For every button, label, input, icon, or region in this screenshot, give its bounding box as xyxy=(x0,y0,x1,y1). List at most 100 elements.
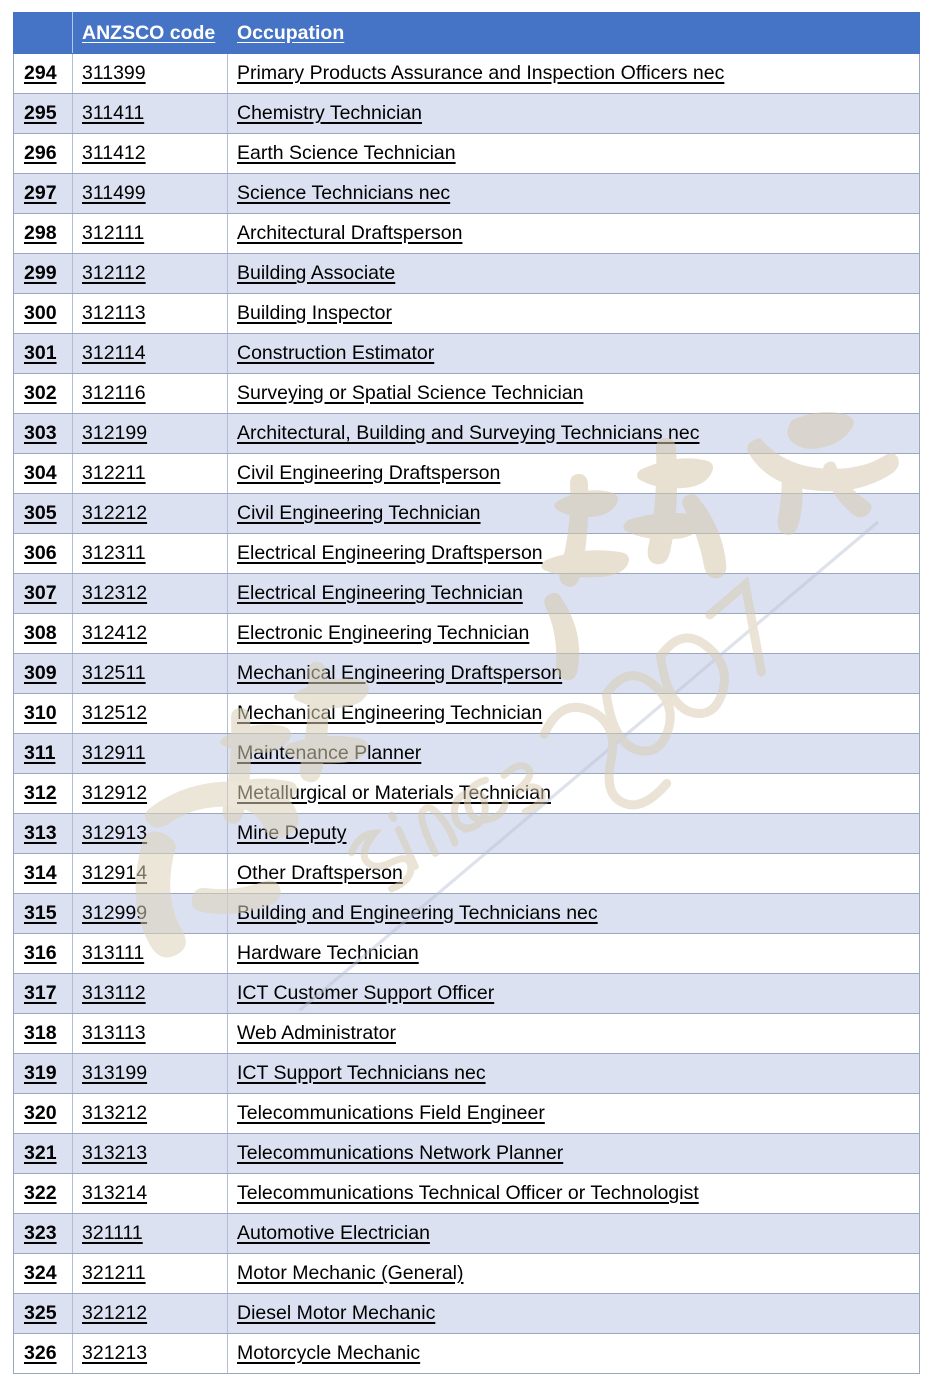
row-index-cell-text: 300 xyxy=(24,302,57,324)
table-row[interactable]: 325 321212 Diesel Motor Mechanic xyxy=(13,1293,920,1334)
occupation-name-cell: Mechanical Engineering Draftsperson xyxy=(227,653,920,694)
row-index-cell-text: 320 xyxy=(24,1102,57,1124)
anzsco-code-cell: 312412 xyxy=(72,613,228,654)
row-index-cell-text: 316 xyxy=(24,942,57,964)
row-index-cell: 321 xyxy=(13,1133,73,1174)
anzsco-code-cell-text: 312912 xyxy=(82,782,148,804)
table-row[interactable]: 322 313214 Telecommunications Technical Of… xyxy=(13,1173,920,1214)
occupation-name-cell-text: Telecommunications Network Planner xyxy=(237,1142,564,1164)
occupation-name-cell-text: Construction Estimator xyxy=(237,342,435,364)
anzsco-code-cell-text: 313111 xyxy=(82,942,145,964)
occupation-name-cell: Construction Estimator xyxy=(227,333,920,374)
occupation-name-cell-text: Electrical Engineering Draftsperson xyxy=(237,542,543,564)
row-index-cell-text: 313 xyxy=(24,822,57,844)
anzsco-code-cell: 313214 xyxy=(72,1173,228,1214)
row-index-cell-text: 303 xyxy=(24,422,57,444)
occupation-name-cell: Building and Engineering Technicians nec xyxy=(227,893,920,934)
row-index-cell: 326 xyxy=(13,1333,73,1374)
row-index-cell: 309 xyxy=(13,653,73,694)
anzsco-code-cell: 311411 xyxy=(72,93,228,134)
anzsco-code-cell-text: 311411 xyxy=(82,102,145,124)
table-row[interactable]: 300 312113 Building Inspector xyxy=(13,293,920,334)
table-body: 294 311399 Primary Products Assurance and … xyxy=(13,53,920,1374)
table-row[interactable]: 310 312512 Mechanical Engineering Technici… xyxy=(13,693,920,734)
anzsco-code-cell: 321213 xyxy=(72,1333,228,1374)
table-row[interactable]: 301 312114 Construction Estimator xyxy=(13,333,920,374)
occupation-name-cell-text: Motor Mechanic (General) xyxy=(237,1262,464,1284)
anzsco-code-cell: 321111 xyxy=(72,1213,228,1254)
table-row[interactable]: 304 312211 Civil Engineering Draftsperson xyxy=(13,453,920,494)
occupation-name-cell: ICT Support Technicians nec xyxy=(227,1053,920,1094)
anzsco-code-cell-text: 312914 xyxy=(82,862,148,884)
table-row[interactable]: 315 312999 Building and Engineering Techni… xyxy=(13,893,920,934)
occupation-name-cell: Surveying or Spatial Science Technician xyxy=(227,373,920,414)
anzsco-code-cell-text: 313212 xyxy=(82,1102,148,1124)
occupation-name-cell: Motorcycle Mechanic xyxy=(227,1333,920,1374)
row-index-cell-text: 302 xyxy=(24,382,57,404)
anzsco-code-cell-text: 321213 xyxy=(82,1342,148,1364)
occupation-name-cell-text: Building Inspector xyxy=(237,302,393,324)
table-row[interactable]: 318 313113 Web Administrator xyxy=(13,1013,920,1054)
table-row[interactable]: 320 313212 Telecommunications Field Engine… xyxy=(13,1093,920,1134)
table-row[interactable]: 296 311412 Earth Science Technician xyxy=(13,133,920,174)
occupation-name-cell-text: Science Technicians nec xyxy=(237,182,451,204)
table-row[interactable]: 321 313213 Telecommunications Network Plan… xyxy=(13,1133,920,1174)
anzsco-code-cell: 312999 xyxy=(72,893,228,934)
table-row[interactable]: 313 312913 Mine Deputy xyxy=(13,813,920,854)
table-row[interactable]: 305 312212 Civil Engineering Technician xyxy=(13,493,920,534)
anzsco-code-cell: 312113 xyxy=(72,293,228,334)
occupation-name-cell: Chemistry Technician xyxy=(227,93,920,134)
row-index-cell: 295 xyxy=(13,93,73,134)
table-row[interactable]: 303 312199 Architectural, Building and Sur… xyxy=(13,413,920,454)
occupation-name-cell: Architectural Draftsperson xyxy=(227,213,920,254)
occupation-name-cell-text: ICT Customer Support Officer xyxy=(237,982,495,1004)
occupation-name-cell-text: Mine Deputy xyxy=(237,822,347,844)
anzsco-code-cell-text: 321111 xyxy=(82,1222,143,1244)
anzsco-code-cell: 321212 xyxy=(72,1293,228,1334)
table-row[interactable]: 302 312116 Surveying or Spatial Science Te… xyxy=(13,373,920,414)
table-row[interactable]: 295 311411 Chemistry Technician xyxy=(13,93,920,134)
row-index-cell: 299 xyxy=(13,253,73,294)
anzsco-code-cell: 312111 xyxy=(72,213,228,254)
table-row[interactable]: 297 311499 Science Technicians nec xyxy=(13,173,920,214)
occupation-name-cell: Science Technicians nec xyxy=(227,173,920,214)
table-row[interactable]: 309 312511 Mechanical Engineering Draftspe… xyxy=(13,653,920,694)
occupation-name-cell: Electronic Engineering Technician xyxy=(227,613,920,654)
row-index-cell: 325 xyxy=(13,1293,73,1334)
table-row[interactable]: 306 312311 Electrical Engineering Draftspe… xyxy=(13,533,920,574)
column-header-anzsco-code[interactable]: ANZSCO code xyxy=(72,12,228,54)
anzsco-code-cell-text: 313214 xyxy=(82,1182,148,1204)
table-row[interactable]: 294 311399 Primary Products Assurance and … xyxy=(13,53,920,94)
table-row[interactable]: 319 313199 ICT Support Technicians nec xyxy=(13,1053,920,1094)
table-row[interactable]: 326 321213 Motorcycle Mechanic xyxy=(13,1333,920,1374)
column-header-anzsco-code-label: ANZSCO code xyxy=(82,21,216,44)
table-row[interactable]: 298 312111 Architectural Draftsperson xyxy=(13,213,920,254)
occupation-name-cell: Mechanical Engineering Technician xyxy=(227,693,920,734)
occupation-name-cell-text: Mechanical Engineering Draftsperson xyxy=(237,662,563,684)
occupation-name-cell-text: Other Draftsperson xyxy=(237,862,403,884)
table-row[interactable]: 299 312112 Building Associate xyxy=(13,253,920,294)
anzsco-code-cell: 321211 xyxy=(72,1253,228,1294)
row-index-cell: 306 xyxy=(13,533,73,574)
row-index-cell: 312 xyxy=(13,773,73,814)
occupation-name-cell: Electrical Engineering Technician xyxy=(227,573,920,614)
row-index-cell: 304 xyxy=(13,453,73,494)
table-row[interactable]: 314 312914 Other Draftsperson xyxy=(13,853,920,894)
table-row[interactable]: 311 312911 Maintenance Planner xyxy=(13,733,920,774)
table-row[interactable]: 308 312412 Electronic Engineering Technici… xyxy=(13,613,920,654)
table-row[interactable]: 323 321111 Automotive Electrician xyxy=(13,1213,920,1254)
table-row[interactable]: 324 321211 Motor Mechanic (General) xyxy=(13,1253,920,1294)
column-header-occupation-label: Occupation xyxy=(237,21,345,44)
occupation-name-cell: Motor Mechanic (General) xyxy=(227,1253,920,1294)
table-row[interactable]: 307 312312 Electrical Engineering Technici… xyxy=(13,573,920,614)
row-index-cell-text: 309 xyxy=(24,662,57,684)
row-index-cell: 298 xyxy=(13,213,73,254)
table-row[interactable]: 312 312912 Metallurgical or Materials Tech… xyxy=(13,773,920,814)
table-row[interactable]: 316 313111 Hardware Technician xyxy=(13,933,920,974)
column-header-occupation[interactable]: Occupation xyxy=(227,12,920,54)
anzsco-code-cell: 312199 xyxy=(72,413,228,454)
row-index-cell-text: 295 xyxy=(24,102,57,124)
row-index-cell-text: 301 xyxy=(24,342,57,364)
table-row[interactable]: 317 313112 ICT Customer Support Officer xyxy=(13,973,920,1014)
occupation-name-cell-text: Telecommunications Technical Officer or … xyxy=(237,1182,699,1204)
